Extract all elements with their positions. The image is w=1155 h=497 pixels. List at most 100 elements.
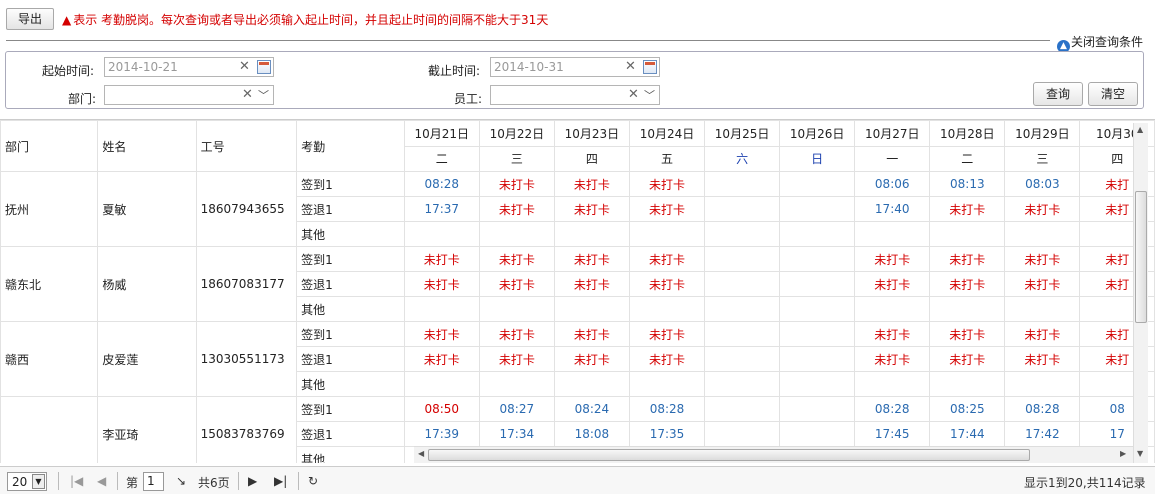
- total-pages-text: 共6页: [198, 476, 230, 490]
- cell-attendance-value: 08:27: [478, 396, 555, 422]
- scroll-left-icon[interactable]: ◀: [418, 449, 424, 458]
- table-row[interactable]: 赣西 皮爱莲 13030551173 签到1 未打卡 未打卡 未打卡 未打卡 未打卡 未打卡 未打卡…: [0, 321, 1155, 397]
- cell-attendance-value: [929, 371, 1006, 397]
- scroll-up-icon[interactable]: ▲: [1137, 125, 1143, 134]
- scroll-thumb[interactable]: [428, 449, 1030, 461]
- cell-attendance-value: [779, 296, 856, 322]
- section-divider: [6, 40, 1050, 41]
- header-dept: 部门: [0, 120, 99, 172]
- vertical-scrollbar[interactable]: ▲ ▼: [1133, 123, 1148, 463]
- cell-attendance-value: 未打卡: [628, 171, 706, 197]
- cell-attendance-value: 08:25: [929, 396, 1006, 422]
- cell-attendance-value: [779, 196, 856, 222]
- start-time-value: 2014-10-21: [108, 60, 178, 74]
- cell-attendance-value: [854, 371, 931, 397]
- end-time-field[interactable]: 2014-10-31 ✕: [490, 57, 660, 77]
- header-date: 10月29日: [1004, 120, 1081, 147]
- cell-attendance-type: 其他: [296, 371, 405, 397]
- cell-attendance-value: [704, 221, 781, 247]
- cell-attendance-value: [403, 221, 480, 247]
- cell-attendance-value: 未打卡: [553, 196, 630, 222]
- staff-select[interactable]: ✕ ﹀: [490, 85, 660, 105]
- header-weekday: 一: [854, 145, 931, 172]
- cell-attendance-value: 未打卡: [929, 246, 1006, 272]
- chevron-down-icon[interactable]: ﹀: [258, 87, 269, 103]
- cell-attendance-value: 未打卡: [553, 346, 630, 372]
- first-page-icon[interactable]: |◀: [70, 474, 83, 488]
- clear-icon[interactable]: ✕: [625, 59, 636, 74]
- start-time-field[interactable]: 2014-10-21 ✕: [104, 57, 274, 77]
- cell-attendance-value: 未打卡: [478, 171, 555, 197]
- clear-button[interactable]: 清空: [1088, 82, 1138, 106]
- scroll-thumb[interactable]: [1135, 191, 1147, 323]
- cell-attendance-value: 未打卡: [403, 271, 480, 297]
- cell-attendance-value: [779, 421, 856, 447]
- cell-attendance-value: [403, 371, 480, 397]
- cell-dept: 赣西: [0, 321, 99, 397]
- table-row[interactable]: 抚州 夏敏 18607943655 签到1 08:28 未打卡 未打卡 未打卡 08:06 08:…: [0, 171, 1155, 247]
- header-row: 部门 姓名 工号 考勤 10月21日 10月22日 10月23日 10月24日 10月25日 10…: [0, 120, 1155, 172]
- calendar-icon[interactable]: [643, 60, 657, 74]
- last-page-icon[interactable]: ▶|: [274, 474, 287, 488]
- cell-attendance-value: 未打卡: [628, 346, 706, 372]
- cell-attendance-value: [704, 346, 781, 372]
- table-row[interactable]: 赣东北 杨威 18607083177 签到1 未打卡 未打卡 未打卡 未打卡 未打卡 未打卡 未打卡…: [0, 246, 1155, 322]
- cell-attendance-value: 未打卡: [403, 321, 480, 347]
- header-date: 10月27日: [854, 120, 931, 147]
- cell-name: 皮爱莲: [97, 321, 197, 397]
- go-page-icon[interactable]: ↘: [176, 474, 186, 488]
- staff-label: 员工:: [454, 92, 483, 106]
- cell-attendance-value: [854, 221, 931, 247]
- header-weekday: 四: [553, 145, 630, 172]
- cell-attendance-value: 17:45: [854, 421, 931, 447]
- calendar-icon[interactable]: [257, 60, 271, 74]
- cell-attendance-value: [628, 296, 706, 322]
- clear-icon[interactable]: ✕: [242, 87, 253, 102]
- cell-attendance-value: 未打卡: [478, 271, 555, 297]
- refresh-icon[interactable]: ↻: [308, 474, 318, 488]
- cell-name: 夏敏: [97, 171, 197, 247]
- cell-attendance-type: 其他: [296, 296, 405, 322]
- page-number-input[interactable]: 1: [143, 472, 164, 491]
- cell-attendance-value: [779, 271, 856, 297]
- chevron-down-icon[interactable]: ﹀: [644, 87, 655, 103]
- attendance-grid: 部门 姓名 工号 考勤 10月21日 10月22日 10月23日 10月24日 10月25日 10…: [0, 119, 1155, 463]
- dept-select[interactable]: ✕ ﹀: [104, 85, 274, 105]
- query-panel: 起始时间: 2014-10-21 ✕ 截止时间: 2014-10-31 ✕ 部门…: [5, 51, 1144, 109]
- pager-separator: [117, 472, 118, 490]
- cell-attendance-value: 未打卡: [553, 321, 630, 347]
- cell-attendance-value: 08:28: [1004, 396, 1081, 422]
- cell-attendance-value: [779, 321, 856, 347]
- scroll-down-icon[interactable]: ▼: [1137, 449, 1143, 458]
- cell-attendance-value: 未打卡: [553, 246, 630, 272]
- next-page-icon[interactable]: ▶: [248, 474, 257, 488]
- clear-icon[interactable]: ✕: [628, 87, 639, 102]
- cell-attendance-value: 未打卡: [478, 321, 555, 347]
- cell-attendance-value: 未打卡: [929, 346, 1006, 372]
- toggle-query-button[interactable]: ▲ 关闭查询条件: [1057, 33, 1143, 53]
- horizontal-scrollbar[interactable]: ◀ ▶: [414, 446, 1133, 463]
- cell-attendance-value: 08:28: [403, 171, 480, 197]
- cell-attendance-value: [854, 296, 931, 322]
- pagination-bar: 20 ▼ |◀ ◀ 第 1 ↘ 共6页 ▶ ▶| ↻ 显示1到20,共114记录: [0, 466, 1155, 494]
- cell-id: 13030551173: [195, 321, 298, 397]
- header-weekday: 三: [1004, 145, 1081, 172]
- table-row[interactable]: 李亚琦 15083783769 签到1 08:50 08:27 08:24 08:28 08:…: [0, 396, 1155, 463]
- export-button[interactable]: 导出: [6, 8, 54, 30]
- prev-page-icon[interactable]: ◀: [97, 474, 106, 488]
- cell-attendance-type: 签到1: [296, 171, 405, 197]
- cell-attendance-value: 未打卡: [628, 271, 706, 297]
- cell-attendance-value: 未打卡: [553, 271, 630, 297]
- cell-attendance-value: [478, 371, 555, 397]
- cell-attendance-value: [403, 296, 480, 322]
- cell-attendance-value: [779, 396, 856, 422]
- toolbar: 导出 ▲ 表示 考勤脱岗。每次查询或者导出必须输入起止时间，并且起止时间的间隔不能…: [0, 0, 1155, 38]
- cell-attendance-value: 未打卡: [1004, 346, 1081, 372]
- search-button[interactable]: 查询: [1033, 82, 1083, 106]
- cell-attendance-value: 08:28: [628, 396, 706, 422]
- header-date: 10月26日: [779, 120, 856, 147]
- clear-icon[interactable]: ✕: [239, 59, 250, 74]
- scroll-right-icon[interactable]: ▶: [1120, 449, 1126, 458]
- page-size-select[interactable]: 20 ▼: [7, 472, 47, 491]
- page-prefix: 第: [126, 476, 139, 490]
